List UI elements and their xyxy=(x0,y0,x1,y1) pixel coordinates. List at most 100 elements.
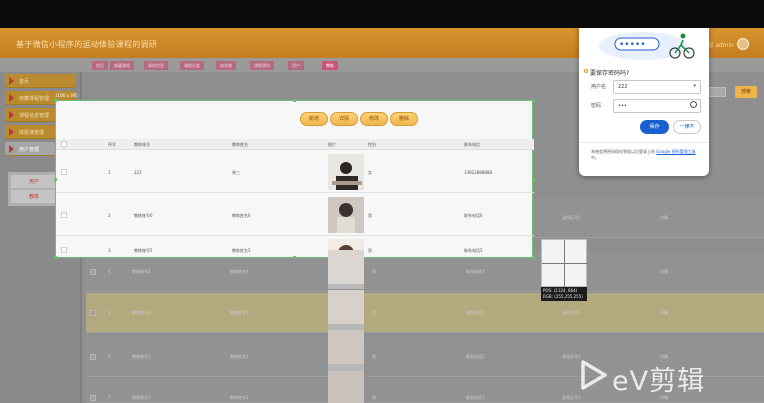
table-row[interactable]: 2 教练账号6 教练姓名6 男 联系电话6 xyxy=(56,194,534,236)
coach-photo xyxy=(328,290,364,324)
table-header: 序号 教练账号 教练姓名 照片 性别 联系电话 xyxy=(56,139,534,150)
row-checkbox[interactable] xyxy=(61,212,67,218)
password-manager-link[interactable]: Google 密码管理工具 xyxy=(656,149,695,154)
resize-handle[interactable] xyxy=(54,99,57,102)
resize-handle[interactable] xyxy=(532,99,535,102)
key-icon xyxy=(584,69,588,73)
header-index[interactable]: 序号 xyxy=(108,142,116,148)
table-row[interactable]: 3 教练账号5 教练姓名5 男 联系电话5 xyxy=(56,237,534,258)
row-index: 6 xyxy=(108,354,111,359)
row-index: 4 xyxy=(108,269,111,274)
coach-photo xyxy=(328,197,364,233)
resize-handle[interactable] xyxy=(54,178,57,181)
header-account[interactable]: 教练账号 xyxy=(134,142,150,148)
row-gender: 男 xyxy=(372,269,376,274)
row-index: 1 xyxy=(108,170,111,175)
row-index: 2 xyxy=(108,213,111,218)
row-detail-link[interactable]: 详情 xyxy=(660,293,668,333)
tab-users[interactable]: 用户 xyxy=(288,61,304,70)
sidebar-item-label: 体验课管理 xyxy=(19,130,45,136)
row-checkbox[interactable] xyxy=(61,247,67,253)
row-name: 教练姓名1 xyxy=(230,395,249,400)
row-gender: 男 xyxy=(372,310,376,315)
coach-photo xyxy=(328,154,364,190)
row-index: 7 xyxy=(108,395,111,400)
app-window: 基于微信小程序的运动体验课程的调研 欢迎 admin 首页 收藏课程 课程信息 … xyxy=(0,28,764,403)
resize-handle[interactable] xyxy=(293,256,296,259)
tab-course-info[interactable]: 课程信息 xyxy=(144,61,168,70)
arrow-right-icon xyxy=(9,128,14,136)
never-button[interactable]: 一律不 xyxy=(673,120,701,134)
resize-handle[interactable] xyxy=(532,178,535,181)
detail-button[interactable]: 详情 xyxy=(330,112,358,126)
row-account: 教练账号5 xyxy=(134,248,153,253)
save-password-note: 系统会将密码保存到您以后登录上的 Google 密码管理工具 中。 xyxy=(591,149,701,161)
tab-reservation[interactable]: 课程预约 xyxy=(250,61,274,70)
sidebar-item-home[interactable]: 首页 xyxy=(5,74,75,88)
row-name: 張三 xyxy=(232,170,240,175)
row-idcard: 身份证号5 xyxy=(562,215,581,220)
arrow-down-icon xyxy=(9,145,14,153)
coach-photo xyxy=(328,330,364,364)
eye-icon[interactable] xyxy=(690,101,697,108)
sidebar-item-label: 课程信息管理 xyxy=(19,113,50,119)
table-row[interactable]: 5 教练账号3 教练姓名3 男 联系电话3 身份证号3 详情 xyxy=(86,293,764,333)
save-button[interactable]: 保存 xyxy=(640,120,669,134)
password-dots: ••••• xyxy=(619,40,646,50)
row-checkbox[interactable] xyxy=(90,354,96,360)
password-field[interactable]: ••• xyxy=(613,99,701,113)
ev-watermark: eV剪辑 xyxy=(570,357,760,397)
arrow-right-icon xyxy=(9,111,14,119)
header-name[interactable]: 教练姓名 xyxy=(232,142,248,148)
row-phone: 联系电话4 xyxy=(466,269,485,274)
chevron-down-icon[interactable]: ▾ xyxy=(693,83,696,89)
avatar[interactable] xyxy=(737,38,749,50)
header-photo: 照片 xyxy=(328,142,336,147)
password-illustration-icon: ••••• xyxy=(595,28,695,60)
row-gender: 女 xyxy=(368,170,372,175)
row-checkbox[interactable] xyxy=(90,310,96,316)
table-row[interactable]: 4 教练账号4 教练姓名4 男 联系电话4 身份证号4 详情 xyxy=(86,252,764,292)
resize-handle[interactable] xyxy=(293,99,296,102)
delete-button[interactable]: 删除 xyxy=(390,112,418,126)
row-detail-link[interactable]: 详情 xyxy=(660,252,668,292)
tab-course-category[interactable]: 课程分类 xyxy=(180,61,204,70)
username-row: 用户名 222 ▾ xyxy=(591,80,701,94)
username-value: 222 xyxy=(618,84,628,90)
edit-button[interactable]: 修改 xyxy=(360,112,388,126)
row-gender: 男 xyxy=(372,354,376,359)
row-phone: 联系电话3 xyxy=(466,310,485,315)
crosshair-h xyxy=(542,263,588,264)
add-button[interactable]: 新增 xyxy=(300,112,328,126)
capture-info: POS: (1124, 664) RGB: (255,255,255) xyxy=(541,287,587,301)
row-phone: 联系电话5 xyxy=(464,248,483,253)
resize-handle[interactable] xyxy=(532,256,535,259)
row-name: 教练姓名5 xyxy=(232,248,251,253)
tab-home[interactable]: 首页 xyxy=(92,61,108,70)
search-button[interactable]: 搜索 xyxy=(735,86,757,98)
password-value: ••• xyxy=(618,103,627,109)
capture-rgb: RGB: (255,255,255) xyxy=(543,294,583,299)
table-row[interactable]: 1 222 張三 女 13823888888 xyxy=(56,151,534,193)
capture-selection[interactable]: 新增 详情 修改 删除 序号 教练账号 教练姓名 照片 性别 联系电话 1 22… xyxy=(54,99,535,259)
row-checkbox[interactable] xyxy=(61,169,67,175)
tab-trial[interactable]: 体验课 xyxy=(216,61,236,70)
select-all-checkbox[interactable] xyxy=(61,141,67,147)
row-checkbox[interactable] xyxy=(90,395,96,401)
row-account: 教练账号3 xyxy=(132,310,151,315)
resize-handle[interactable] xyxy=(54,256,57,259)
row-account: 教练账号6 xyxy=(134,213,153,218)
header-gender[interactable]: 性别 xyxy=(368,142,376,148)
header-phone[interactable]: 联系电话 xyxy=(464,142,480,148)
note-text: 系统会将密码保存到您以后登录上的 xyxy=(591,149,655,154)
tab-coach[interactable]: 教练 xyxy=(322,61,338,70)
username-label: 用户名 xyxy=(591,84,607,90)
username-field[interactable]: 222 ▾ xyxy=(613,80,701,94)
row-index: 3 xyxy=(108,248,111,253)
row-name: 教练姓名3 xyxy=(230,310,249,315)
capture-size-label: 1166 x 395 xyxy=(55,93,78,98)
row-detail-link[interactable]: 详情 xyxy=(660,198,668,238)
tab-favorites[interactable]: 收藏课程 xyxy=(110,61,134,70)
note-suffix: 中。 xyxy=(591,155,599,160)
row-checkbox[interactable] xyxy=(90,269,96,275)
